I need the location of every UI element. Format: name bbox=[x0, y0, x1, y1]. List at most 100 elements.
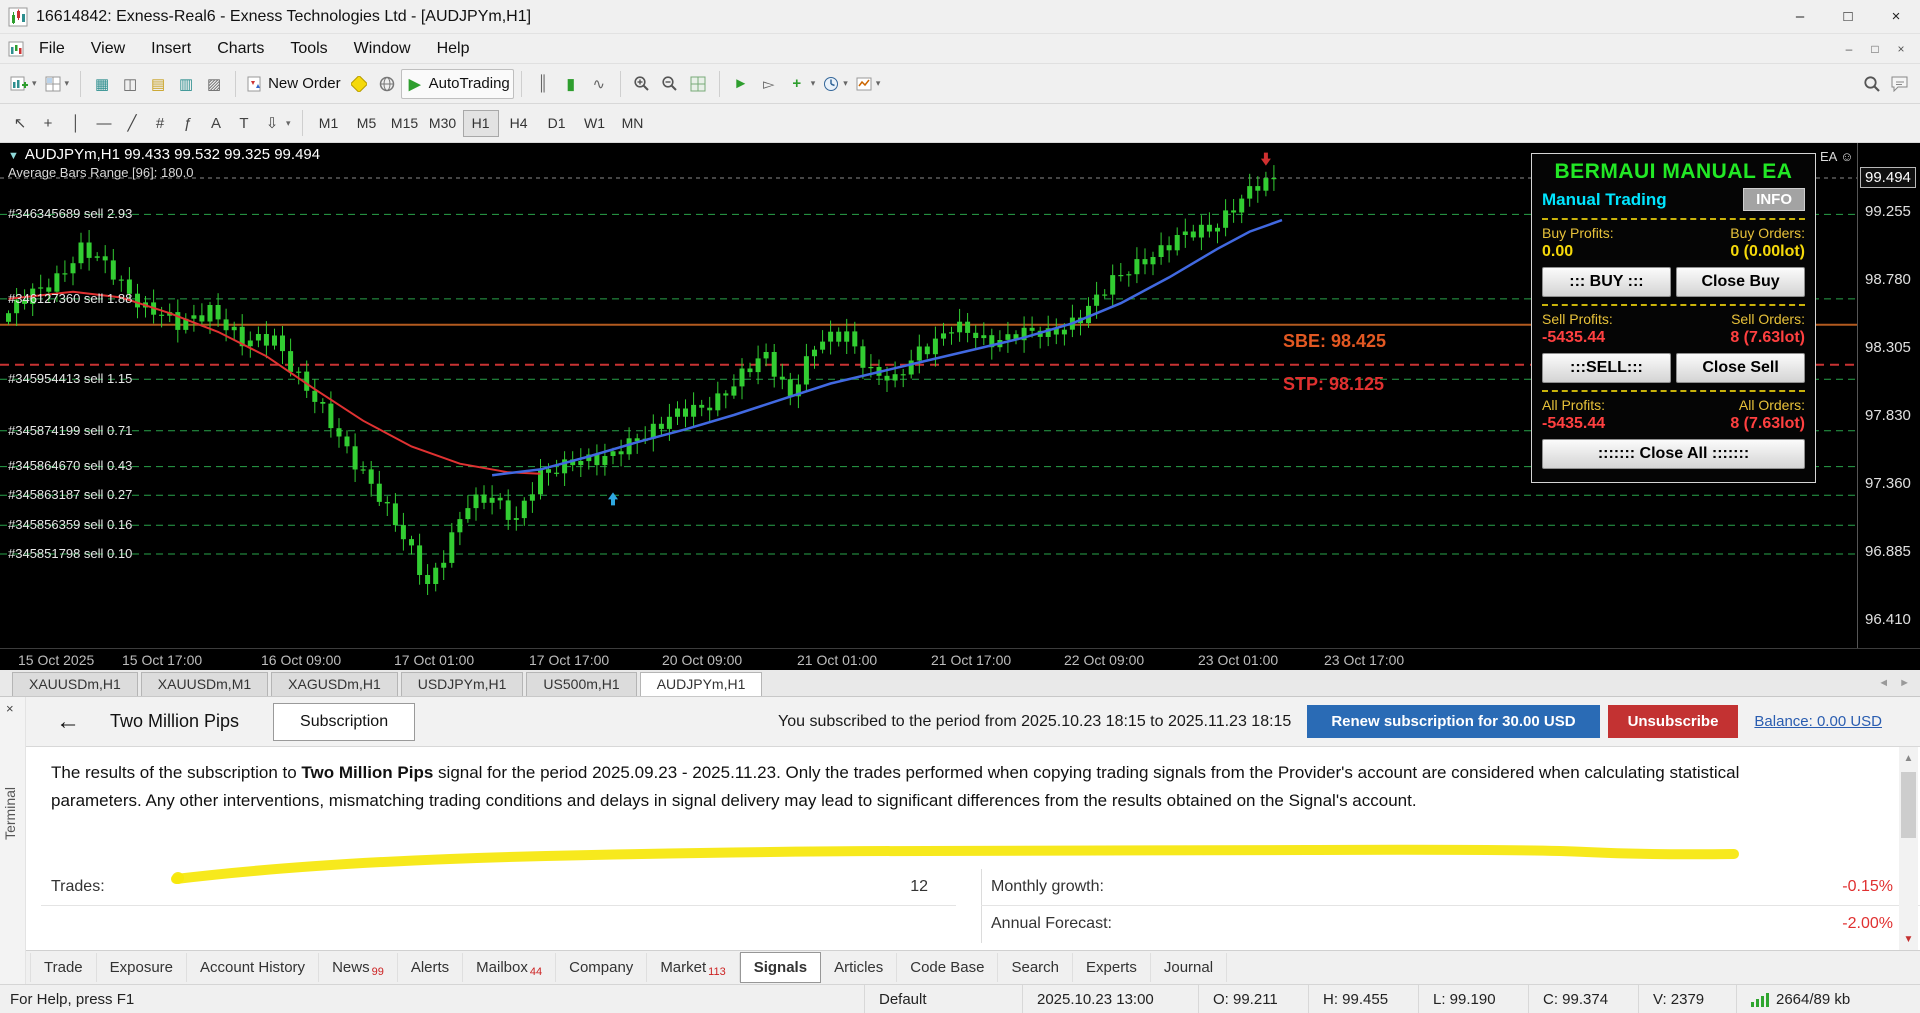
indicators-button[interactable]: + ▾ bbox=[783, 69, 820, 99]
tab-exposure[interactable]: Exposure bbox=[97, 953, 188, 982]
horizontal-line-tool-button[interactable]: — bbox=[90, 108, 118, 138]
terminal-panel-button[interactable]: ▥ bbox=[172, 69, 200, 99]
channel-tool-button[interactable]: # bbox=[146, 108, 174, 138]
tab-subscription[interactable]: Subscription bbox=[273, 702, 416, 741]
order-label[interactable]: #345856359 sell 0.16 bbox=[8, 517, 132, 532]
back-button[interactable]: ← bbox=[56, 708, 80, 736]
timeframe-m15[interactable]: M15 bbox=[387, 110, 423, 137]
data-window-button[interactable]: ◫ bbox=[116, 69, 144, 99]
strategy-tester-button[interactable]: ▨ bbox=[200, 69, 228, 99]
timeframe-m30[interactable]: M30 bbox=[425, 110, 461, 137]
symbol-dropdown-icon[interactable]: ▼ bbox=[8, 150, 19, 162]
bar-chart-button[interactable]: ║ bbox=[529, 69, 557, 99]
fibonacci-tool-button[interactable]: ƒ bbox=[174, 108, 202, 138]
chart-tab-xauusdm-m1[interactable]: XAUUSDm,M1 bbox=[140, 672, 269, 696]
tabs-scroll-left-icon[interactable]: ◄ bbox=[1878, 677, 1889, 689]
arrows-tool-button[interactable]: ⇩ ▾ bbox=[258, 108, 295, 138]
chart-area[interactable]: ▼ AUDJPYm,H1 99.433 99.532 99.325 99.494 … bbox=[0, 143, 1920, 648]
time-axis[interactable]: 15 Oct 2025 15 Oct 17:00 16 Oct 09:00 17… bbox=[0, 648, 1920, 670]
auto-scroll-button[interactable]: ► bbox=[727, 69, 755, 99]
signal-scrollbar[interactable]: ▲ ▼ bbox=[1899, 747, 1918, 950]
tab-search[interactable]: Search bbox=[998, 953, 1073, 982]
terminal-close-button[interactable]: × bbox=[6, 701, 14, 716]
child-restore-button[interactable]: □ bbox=[1862, 38, 1888, 60]
info-button[interactable]: INFO bbox=[1743, 188, 1805, 211]
crosshair-tool-button[interactable]: + bbox=[34, 108, 62, 138]
tab-market[interactable]: Market 113 bbox=[647, 953, 740, 982]
tab-signals[interactable]: Signals bbox=[739, 952, 822, 983]
timeframe-h4[interactable]: H4 bbox=[501, 110, 537, 137]
tabs-scroll-right-icon[interactable]: ► bbox=[1899, 677, 1910, 689]
order-label[interactable]: #346345689 sell 2.93 bbox=[8, 206, 132, 221]
chart-tab-audjpym-h1[interactable]: AUDJPYm,H1 bbox=[639, 672, 763, 696]
order-label[interactable]: #345874199 sell 0.71 bbox=[8, 423, 132, 438]
chart-tab-xauusdm-h1[interactable]: XAUUSDm,H1 bbox=[12, 672, 138, 696]
scrollbar-down-icon[interactable]: ▼ bbox=[1899, 928, 1918, 950]
close-buy-button[interactable]: Close Buy bbox=[1676, 267, 1805, 297]
menu-view[interactable]: View bbox=[78, 36, 138, 62]
child-close-button[interactable]: × bbox=[1888, 38, 1914, 60]
renew-subscription-button[interactable]: Renew subscription for 30.00 USD bbox=[1307, 705, 1600, 738]
vertical-line-tool-button[interactable]: │ bbox=[62, 108, 90, 138]
ea-status-smiley[interactable]: EA ☺ bbox=[1820, 149, 1854, 164]
cursor-tool-button[interactable]: ↖ bbox=[6, 108, 34, 138]
menu-file[interactable]: File bbox=[26, 36, 78, 62]
timeframe-mn[interactable]: MN bbox=[615, 110, 651, 137]
zoom-out-button[interactable] bbox=[656, 69, 684, 99]
search-button[interactable] bbox=[1858, 69, 1886, 99]
text-tool-button[interactable]: A bbox=[202, 108, 230, 138]
tab-code-base[interactable]: Code Base bbox=[897, 953, 999, 982]
periods-button[interactable]: ▾ bbox=[819, 69, 852, 99]
close-sell-button[interactable]: Close Sell bbox=[1676, 353, 1805, 383]
timeframe-w1[interactable]: W1 bbox=[577, 110, 613, 137]
buy-button[interactable]: ::: BUY ::: bbox=[1542, 267, 1671, 297]
maximize-button[interactable]: □ bbox=[1824, 0, 1872, 34]
market-watch-button[interactable]: ▦ bbox=[88, 69, 116, 99]
navigator-button[interactable]: ▤ bbox=[144, 69, 172, 99]
line-chart-button[interactable]: ∿ bbox=[585, 69, 613, 99]
trendline-tool-button[interactable]: ╱ bbox=[118, 108, 146, 138]
close-all-button[interactable]: ::::::: Close All ::::::: bbox=[1542, 439, 1805, 469]
new-order-button[interactable]: New Order bbox=[243, 69, 345, 99]
menu-window[interactable]: Window bbox=[341, 36, 424, 62]
menu-charts[interactable]: Charts bbox=[204, 36, 277, 62]
scrollbar-up-icon[interactable]: ▲ bbox=[1899, 747, 1918, 769]
tab-trade[interactable]: Trade bbox=[30, 953, 97, 982]
price-axis[interactable]: 99.494 99.255 98.780 98.305 97.830 97.36… bbox=[1857, 143, 1920, 648]
new-chart-button[interactable]: ▾ bbox=[6, 69, 41, 99]
order-label[interactable]: #345863187 sell 0.27 bbox=[8, 487, 132, 502]
timeframe-m1[interactable]: M1 bbox=[311, 110, 347, 137]
tab-company[interactable]: Company bbox=[556, 953, 648, 982]
ideas-button[interactable] bbox=[1886, 69, 1914, 99]
candlestick-button[interactable]: ▮ bbox=[557, 69, 585, 99]
close-button[interactable]: × bbox=[1872, 0, 1920, 34]
order-label[interactable]: #346127360 sell 1.88 bbox=[8, 291, 132, 306]
tab-articles[interactable]: Articles bbox=[821, 953, 898, 982]
tab-journal[interactable]: Journal bbox=[1151, 953, 1228, 982]
order-label[interactable]: #345864670 sell 0.43 bbox=[8, 458, 132, 473]
chart-tab-usdjpym-h1[interactable]: USDJPYm,H1 bbox=[400, 672, 524, 696]
timeframe-m5[interactable]: M5 bbox=[349, 110, 385, 137]
profiles-button[interactable]: ▾ bbox=[41, 69, 74, 99]
order-label[interactable]: #345954413 sell 1.15 bbox=[8, 371, 132, 386]
templates-button[interactable]: ▾ bbox=[852, 69, 885, 99]
tab-mailbox[interactable]: Mailbox 44 bbox=[463, 953, 557, 982]
profile-cell[interactable]: Default bbox=[864, 985, 1022, 1013]
child-minimize-button[interactable]: – bbox=[1836, 38, 1862, 60]
menu-insert[interactable]: Insert bbox=[138, 36, 204, 62]
chart-tab-us500m-h1[interactable]: US500m,H1 bbox=[526, 672, 637, 696]
autotrading-button[interactable]: ▶ AutoTrading bbox=[400, 68, 514, 99]
timeframe-d1[interactable]: D1 bbox=[539, 110, 575, 137]
menu-help[interactable]: Help bbox=[424, 36, 483, 62]
tab-experts[interactable]: Experts bbox=[1073, 953, 1151, 982]
tab-account-history[interactable]: Account History bbox=[187, 953, 320, 982]
menu-tools[interactable]: Tools bbox=[277, 36, 340, 62]
chart-tab-xagusdm-h1[interactable]: XAGUSDm,H1 bbox=[271, 672, 398, 696]
timeframe-h1[interactable]: H1 bbox=[462, 109, 499, 137]
order-label[interactable]: #345851798 sell 0.10 bbox=[8, 546, 132, 561]
community-button[interactable] bbox=[373, 69, 401, 99]
sell-button[interactable]: :::SELL::: bbox=[1542, 353, 1671, 383]
tab-alerts[interactable]: Alerts bbox=[398, 953, 464, 982]
scrollbar-thumb[interactable] bbox=[1901, 772, 1916, 838]
label-tool-button[interactable]: T bbox=[230, 108, 258, 138]
